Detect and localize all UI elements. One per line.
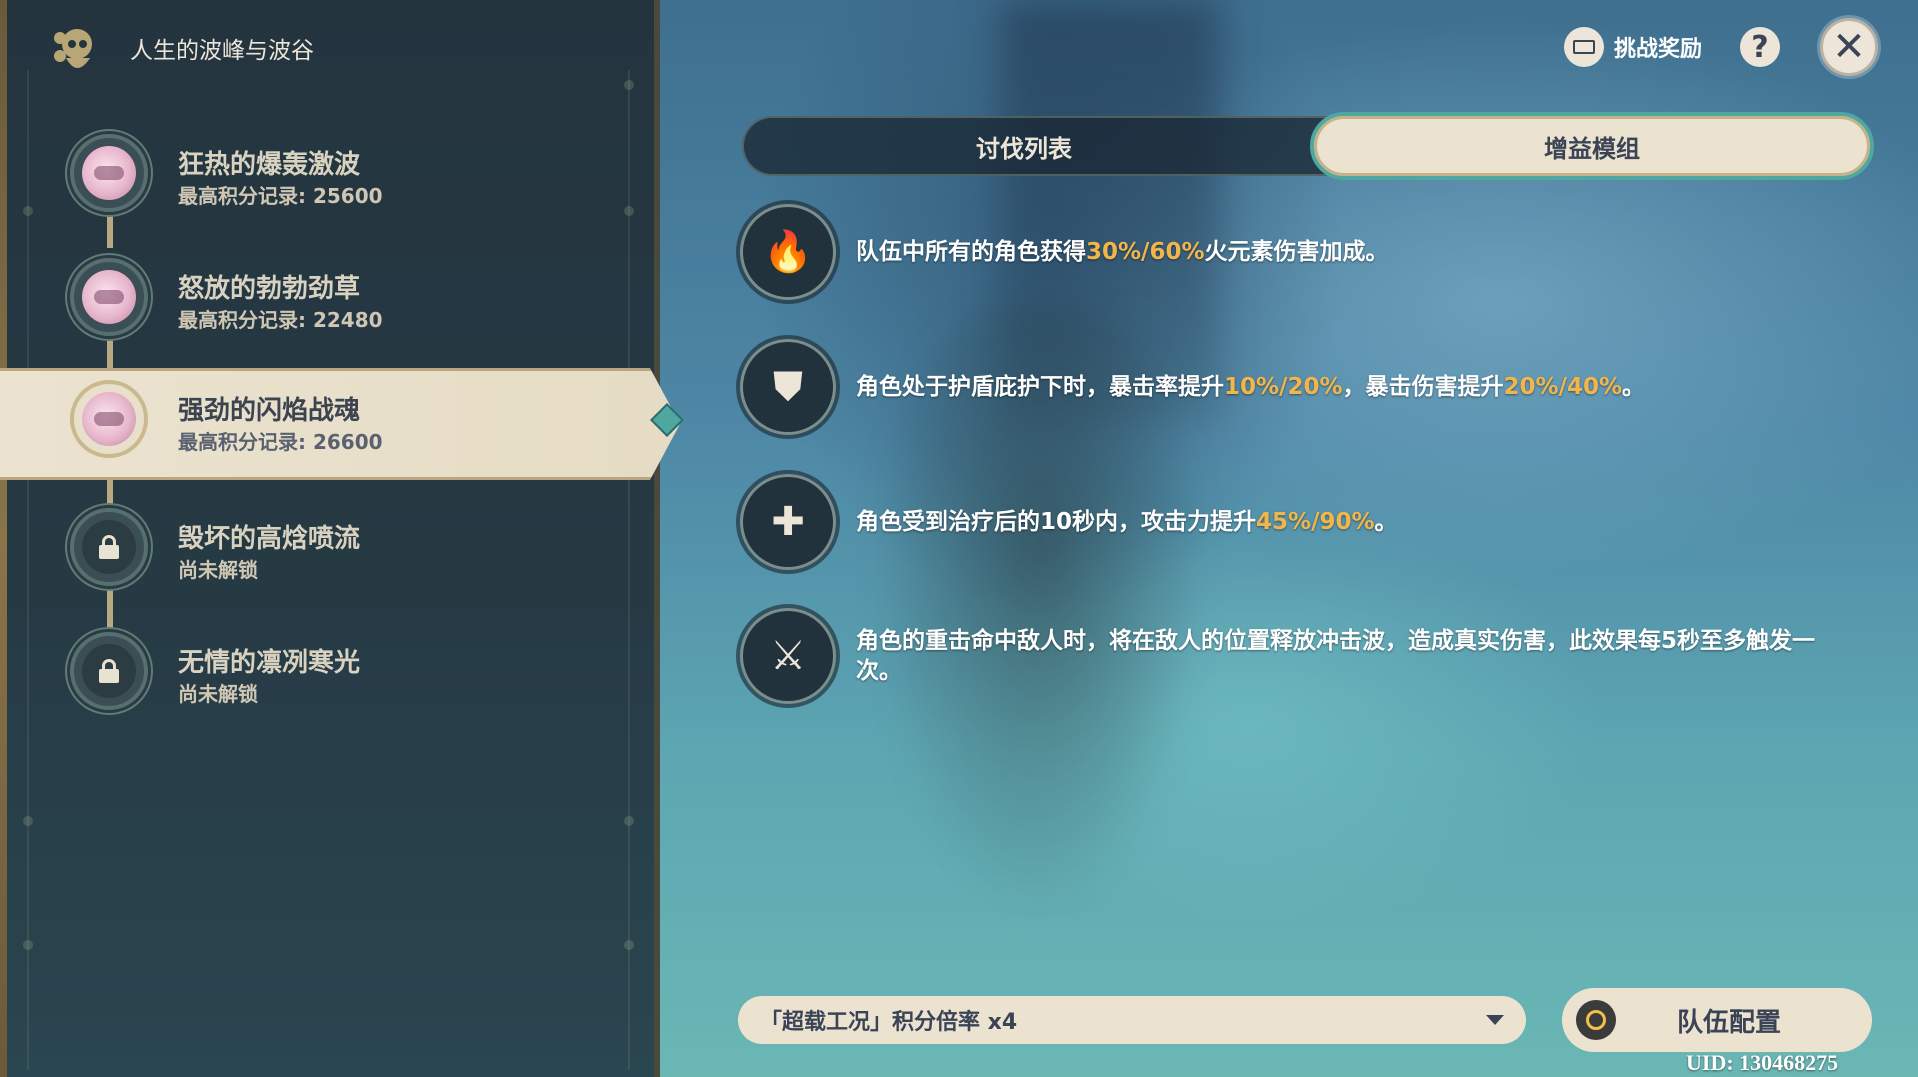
panel-title: 人生的波峰与波谷	[130, 38, 314, 64]
rail-dot	[624, 940, 634, 950]
rail-dot	[624, 816, 634, 826]
locked-medal-icon	[70, 632, 148, 710]
team-setup-button[interactable]: 队伍配置	[1562, 988, 1872, 1052]
team-setup-label: 队伍配置	[1676, 1007, 1781, 1038]
buff-value: 20%/40%	[1503, 374, 1623, 400]
domain-entry-score: 最高积分记录: 25600	[178, 184, 383, 208]
buff-description: 角色的重击命中敌人时，将在敌人的位置释放冲击波，造成真实伤害，此效果每5秒至多触…	[856, 626, 1856, 686]
panel-header: 人生的波峰与波谷	[50, 20, 314, 76]
buff-text: 角色处于护盾庇护下时，暴击率提升	[856, 374, 1224, 400]
buff-text: 角色的重击命中敌人时，将在敌人的位置释放冲击波，造成真实伤害，此效果每5秒至多触…	[856, 628, 1816, 684]
shield-crit-icon: ⛊	[740, 339, 836, 435]
reward-chest-icon	[1563, 27, 1604, 67]
domain-entry-score: 最高积分记录: 26600	[178, 430, 383, 454]
pyro-icon: 🔥	[740, 204, 836, 300]
buff-value: 30%/60%	[1086, 239, 1205, 265]
buff-row-1: 🔥 队伍中所有的角色获得30%/60%火元素伤害加成。	[740, 204, 1880, 300]
enemy-portrait-icon	[82, 146, 136, 200]
sword-shockwave-icon: ⚔	[740, 608, 836, 704]
buff-text: 火元素伤害加成。	[1204, 239, 1389, 265]
locked-medal-icon	[70, 508, 148, 586]
enemy-portrait-icon	[82, 392, 136, 446]
tab-buff-modules[interactable]: 增益模组	[1310, 112, 1874, 180]
domain-entry-name: 无情的凛冽寒光	[178, 648, 361, 678]
healing-drop-icon: ✚	[740, 474, 836, 570]
rail-dot	[23, 940, 33, 950]
help-button[interactable]: ?	[1740, 27, 1780, 67]
domain-entry-1[interactable]: 狂热的爆轰激波 最高积分记录: 25600	[0, 124, 660, 234]
domain-entry-4[interactable]: 毁坏的高焓喷流 尚未解锁	[0, 498, 660, 608]
challenge-reward-label: 挑战奖励	[1613, 37, 1702, 62]
buff-text: 。	[1374, 509, 1398, 535]
domain-entry-3-selected[interactable]: 强劲的闪焰战魂 最高积分记录: 26600	[0, 368, 684, 480]
buff-description: 角色受到治疗后的10秒内，攻击力提升45%/90%。	[856, 507, 1398, 537]
top-bar: 挑战奖励 ? ✕	[1563, 18, 1918, 76]
buff-text: 角色受到治疗后的10秒内，攻击力提升	[856, 509, 1257, 535]
lock-icon	[99, 535, 119, 559]
domain-entry-name: 毁坏的高焓喷流	[178, 524, 361, 554]
buff-text: 队伍中所有的角色获得	[856, 239, 1086, 265]
paimon-icon	[54, 29, 92, 68]
domain-entry-5[interactable]: 无情的凛冽寒光 尚未解锁	[0, 622, 660, 732]
domain-entry-status: 尚未解锁	[178, 558, 258, 582]
buff-row-3: ✚ 角色受到治疗后的10秒内，攻击力提升45%/90%。	[740, 474, 1880, 570]
enemy-medal-icon	[70, 258, 148, 336]
confirm-circle-icon	[1576, 1000, 1616, 1040]
domain-entry-status: 尚未解锁	[178, 682, 258, 706]
domain-entry-name: 强劲的闪焰战魂	[178, 396, 361, 426]
chevron-down-icon	[1486, 1015, 1504, 1025]
buff-description: 队伍中所有的角色获得30%/60%火元素伤害加成。	[856, 237, 1389, 267]
buff-text: 。	[1622, 374, 1646, 400]
rail-dot	[624, 80, 634, 90]
enemy-portrait-icon	[82, 270, 136, 324]
lock-icon	[99, 659, 119, 683]
buff-row-2: ⛊ 角色处于护盾庇护下时，暴击率提升10%/20%，暴击伤害提升20%/40%。	[740, 339, 1880, 435]
buff-description: 角色处于护盾庇护下时，暴击率提升10%/20%，暴击伤害提升20%/40%。	[856, 372, 1645, 402]
domain-entry-name: 狂热的爆轰激波	[178, 150, 361, 180]
domain-list-panel: 人生的波峰与波谷 狂热的爆轰激波 最高积分记录: 25600 怒放的勃勃劲草 最…	[0, 0, 684, 1077]
buff-value: 45%/90%	[1256, 509, 1375, 535]
close-button[interactable]: ✕	[1820, 18, 1878, 76]
domain-entry-score: 最高积分记录: 22480	[178, 308, 383, 332]
buff-value: 10%/20%	[1224, 374, 1343, 400]
domain-entry-2[interactable]: 怒放的勃勃劲草 最高积分记录: 22480	[0, 248, 660, 358]
domain-entry-name: 怒放的勃勃劲草	[178, 274, 361, 304]
dropdown-selected-value: 「超载工况」积分倍率 x4	[760, 1010, 1018, 1035]
tab-enemy-list[interactable]: 讨伐列表	[744, 118, 1304, 174]
score-multiplier-dropdown[interactable]: 「超载工况」积分倍率 x4	[738, 996, 1526, 1044]
buff-text: ，暴击伤害提升	[1342, 374, 1504, 400]
rail-dot	[23, 816, 33, 826]
enemy-medal-icon	[70, 380, 148, 458]
enemy-medal-icon	[70, 134, 148, 212]
challenge-reward-button[interactable]: 挑战奖励	[1563, 27, 1702, 67]
buff-row-4: ⚔ 角色的重击命中敌人时，将在敌人的位置释放冲击波，造成真实伤害，此效果每5秒至…	[740, 608, 1880, 704]
tab-bar: 讨伐列表 增益模组	[742, 112, 1874, 180]
uid-label: UID: 130468275	[1686, 1050, 1839, 1075]
